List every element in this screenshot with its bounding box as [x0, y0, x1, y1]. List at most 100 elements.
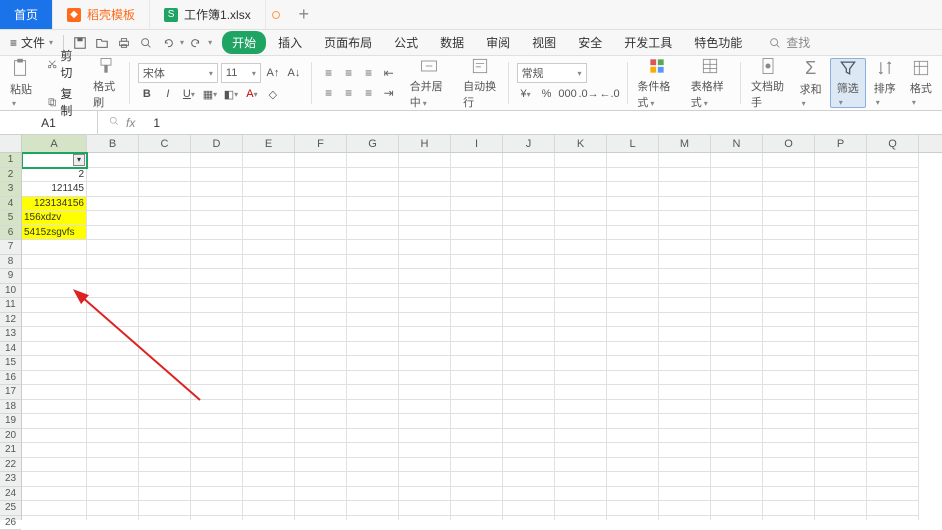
cell-F1[interactable] [295, 153, 347, 168]
cell-E6[interactable] [243, 226, 295, 241]
cell-G2[interactable] [347, 168, 399, 183]
cell-I6[interactable] [451, 226, 503, 241]
wrap-text-button[interactable]: 自动换行 [457, 58, 504, 108]
cell-F4[interactable] [295, 197, 347, 212]
cell-J25[interactable] [503, 501, 555, 516]
cell-D10[interactable] [191, 284, 243, 299]
cell-B9[interactable] [87, 269, 139, 284]
cell-E21[interactable] [243, 443, 295, 458]
cell-L11[interactable] [607, 298, 659, 313]
qat-preview-button[interactable] [136, 33, 156, 53]
cell-B15[interactable] [87, 356, 139, 371]
cell-H2[interactable] [399, 168, 451, 183]
cell-J8[interactable] [503, 255, 555, 270]
cell-A21[interactable] [22, 443, 87, 458]
cell-M7[interactable] [659, 240, 711, 255]
cell-K8[interactable] [555, 255, 607, 270]
cell-N17[interactable] [711, 385, 763, 400]
cell-E16[interactable] [243, 371, 295, 386]
cell-M16[interactable] [659, 371, 711, 386]
cell-Q25[interactable] [867, 501, 919, 516]
cell-N22[interactable] [711, 458, 763, 473]
cell-B24[interactable] [87, 487, 139, 502]
cell-L19[interactable] [607, 414, 659, 429]
row-header-15[interactable]: 15 [0, 356, 21, 371]
cell-H9[interactable] [399, 269, 451, 284]
cell-Q1[interactable] [867, 153, 919, 168]
col-header-N[interactable]: N [711, 135, 763, 152]
cell-G4[interactable] [347, 197, 399, 212]
cell-I4[interactable] [451, 197, 503, 212]
cell-H22[interactable] [399, 458, 451, 473]
cell-J14[interactable] [503, 342, 555, 357]
cell-E11[interactable] [243, 298, 295, 313]
cell-J22[interactable] [503, 458, 555, 473]
cell-C10[interactable] [139, 284, 191, 299]
cell-D18[interactable] [191, 400, 243, 415]
cell-E23[interactable] [243, 472, 295, 487]
cell-G23[interactable] [347, 472, 399, 487]
cell-D26[interactable] [191, 516, 243, 521]
cell-H1[interactable] [399, 153, 451, 168]
cell-I9[interactable] [451, 269, 503, 284]
cell-N2[interactable] [711, 168, 763, 183]
align-top-button[interactable]: ≡ [320, 64, 338, 82]
cell-K16[interactable] [555, 371, 607, 386]
col-header-C[interactable]: C [139, 135, 191, 152]
doc-helper-button[interactable]: 文档助手 [745, 58, 792, 108]
cell-C24[interactable] [139, 487, 191, 502]
cell-O12[interactable] [763, 313, 815, 328]
sum-button[interactable]: Σ 求和 [794, 58, 828, 108]
cell-J24[interactable] [503, 487, 555, 502]
row-header-24[interactable]: 24 [0, 487, 21, 502]
cell-H25[interactable] [399, 501, 451, 516]
cell-B6[interactable] [87, 226, 139, 241]
cell-Q8[interactable] [867, 255, 919, 270]
cell-Q13[interactable] [867, 327, 919, 342]
col-header-P[interactable]: P [815, 135, 867, 152]
row-header-6[interactable]: 6 [0, 226, 21, 241]
cell-O1[interactable] [763, 153, 815, 168]
cell-C5[interactable] [139, 211, 191, 226]
cell-L22[interactable] [607, 458, 659, 473]
cell-O19[interactable] [763, 414, 815, 429]
cell-M15[interactable] [659, 356, 711, 371]
menu-页面布局[interactable]: 页面布局 [314, 31, 382, 54]
align-middle-button[interactable]: ≡ [340, 64, 358, 82]
cell-P10[interactable] [815, 284, 867, 299]
cell-P6[interactable] [815, 226, 867, 241]
cell-M12[interactable] [659, 313, 711, 328]
cell-P15[interactable] [815, 356, 867, 371]
col-header-I[interactable]: I [451, 135, 503, 152]
cell-D12[interactable] [191, 313, 243, 328]
percent-button[interactable]: % [538, 85, 556, 103]
cell-P13[interactable] [815, 327, 867, 342]
cell-B26[interactable] [87, 516, 139, 521]
cell-A24[interactable] [22, 487, 87, 502]
cell-F10[interactable] [295, 284, 347, 299]
cell-E17[interactable] [243, 385, 295, 400]
cell-E25[interactable] [243, 501, 295, 516]
menu-公式[interactable]: 公式 [384, 31, 428, 54]
cell-C11[interactable] [139, 298, 191, 313]
col-header-D[interactable]: D [191, 135, 243, 152]
cell-Q17[interactable] [867, 385, 919, 400]
cell-B18[interactable] [87, 400, 139, 415]
cell-E4[interactable] [243, 197, 295, 212]
cell-E18[interactable] [243, 400, 295, 415]
cell-O18[interactable] [763, 400, 815, 415]
cell-Q24[interactable] [867, 487, 919, 502]
cell-L20[interactable] [607, 429, 659, 444]
cell-K3[interactable] [555, 182, 607, 197]
row-header-7[interactable]: 7 [0, 240, 21, 255]
cell-J16[interactable] [503, 371, 555, 386]
cell-A18[interactable] [22, 400, 87, 415]
cell-H23[interactable] [399, 472, 451, 487]
cell-C9[interactable] [139, 269, 191, 284]
cell-F3[interactable] [295, 182, 347, 197]
cell-B3[interactable] [87, 182, 139, 197]
cell-A15[interactable] [22, 356, 87, 371]
menu-数据[interactable]: 数据 [430, 31, 474, 54]
row-header-3[interactable]: 3 [0, 182, 21, 197]
menu-安全[interactable]: 安全 [568, 31, 612, 54]
